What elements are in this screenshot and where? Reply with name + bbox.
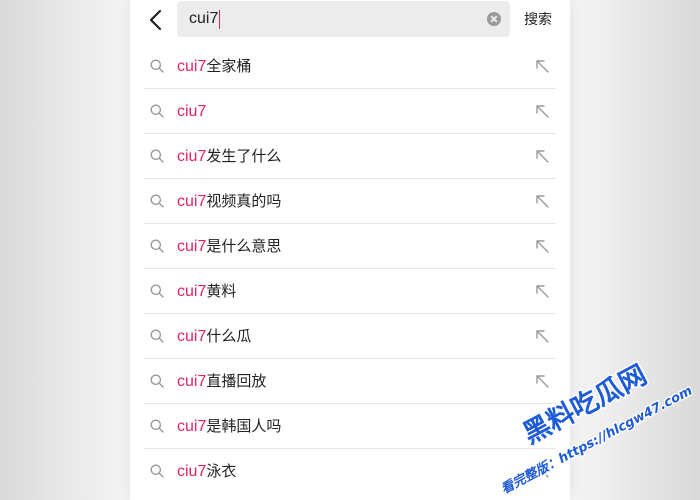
- arrow-up-left-icon[interactable]: [534, 283, 550, 299]
- search-icon: [150, 194, 164, 208]
- suggestion-rest: 黄料: [206, 282, 237, 300]
- suggestion-rest: 是韩国人吗: [206, 417, 282, 435]
- suggestion-text: cui7全家桶: [177, 44, 251, 88]
- suggestion-item[interactable]: ciu7: [144, 89, 556, 134]
- suggestion-list: cui7全家桶 ciu7 ciu7发生了什么 cui7视频真的吗 cui7是什么意思 cu…: [144, 44, 556, 493]
- suggestion-text: ciu7: [177, 89, 206, 133]
- arrow-up-left-icon[interactable]: [534, 328, 550, 344]
- chevron-left-icon: [149, 9, 162, 31]
- search-query: cui7: [189, 10, 219, 27]
- suggestion-item[interactable]: ciu7泳衣: [144, 449, 556, 493]
- search-icon: [150, 149, 164, 163]
- suggestion-rest: 视频真的吗: [206, 192, 282, 210]
- suggestion-item[interactable]: ciu7发生了什么: [144, 134, 556, 179]
- text-caret: [219, 9, 221, 29]
- suggestion-text: cui7是什么意思: [177, 224, 281, 268]
- arrow-up-left-icon[interactable]: [534, 103, 550, 119]
- suggestion-item[interactable]: cui7黄料: [144, 269, 556, 314]
- suggestion-text: ciu7发生了什么: [177, 134, 281, 178]
- suggestion-text: cui7直播回放: [177, 359, 266, 403]
- suggestion-highlight: cui7: [177, 283, 207, 300]
- search-box[interactable]: cui7: [177, 1, 510, 37]
- suggestion-item[interactable]: cui7视频真的吗: [144, 179, 556, 224]
- suggestion-highlight: cui7: [177, 373, 207, 390]
- arrow-up-left-icon[interactable]: [534, 58, 550, 74]
- search-input[interactable]: cui7: [189, 1, 221, 37]
- suggestion-highlight: cui7: [177, 193, 207, 210]
- suggestion-rest: 发生了什么: [206, 147, 282, 165]
- phone-screen: cui7 搜索 cui7全家桶 ciu7 ciu7发生了什么 cui7视频真的吗 cui…: [130, 0, 570, 500]
- search-header: cui7 搜索: [130, 0, 570, 42]
- arrow-up-left-icon[interactable]: [534, 373, 550, 389]
- suggestion-item[interactable]: cui7全家桶: [144, 44, 556, 89]
- suggestion-text: cui7黄料: [177, 269, 236, 313]
- search-button[interactable]: 搜索: [524, 9, 552, 29]
- suggestion-rest: 是什么意思: [206, 237, 282, 255]
- search-icon: [150, 374, 164, 388]
- search-icon: [150, 329, 164, 343]
- search-icon: [150, 59, 164, 73]
- arrow-up-left-icon[interactable]: [534, 418, 550, 434]
- suggestion-text: ciu7泳衣: [177, 449, 236, 493]
- suggestion-highlight: cui7: [177, 58, 207, 75]
- suggestion-text: cui7视频真的吗: [177, 179, 281, 223]
- suggestion-rest: 什么瓜: [206, 327, 252, 345]
- suggestion-highlight: cui7: [177, 238, 207, 255]
- suggestion-item[interactable]: cui7什么瓜: [144, 314, 556, 359]
- suggestion-highlight: ciu7: [177, 103, 207, 120]
- suggestion-item[interactable]: cui7直播回放: [144, 359, 556, 404]
- suggestion-text: cui7什么瓜: [177, 314, 251, 358]
- suggestion-highlight: ciu7: [177, 148, 207, 165]
- suggestion-rest: 全家桶: [206, 57, 252, 75]
- arrow-up-left-icon[interactable]: [534, 148, 550, 164]
- suggestion-highlight: cui7: [177, 328, 207, 345]
- suggestion-rest: 泳衣: [206, 462, 237, 480]
- suggestion-text: cui7是韩国人吗: [177, 404, 281, 448]
- search-icon: [150, 464, 164, 478]
- clear-circle-icon[interactable]: [487, 12, 501, 26]
- search-icon: [150, 239, 164, 253]
- suggestion-highlight: ciu7: [177, 463, 207, 480]
- suggestion-item[interactable]: cui7是韩国人吗: [144, 404, 556, 449]
- suggestion-rest: 直播回放: [206, 372, 267, 390]
- arrow-up-left-icon[interactable]: [534, 463, 550, 479]
- search-icon: [150, 284, 164, 298]
- back-button[interactable]: [142, 6, 170, 34]
- suggestion-item[interactable]: cui7是什么意思: [144, 224, 556, 269]
- search-icon: [150, 419, 164, 433]
- arrow-up-left-icon[interactable]: [534, 193, 550, 209]
- search-icon: [150, 104, 164, 118]
- suggestion-highlight: cui7: [177, 418, 207, 435]
- arrow-up-left-icon[interactable]: [534, 238, 550, 254]
